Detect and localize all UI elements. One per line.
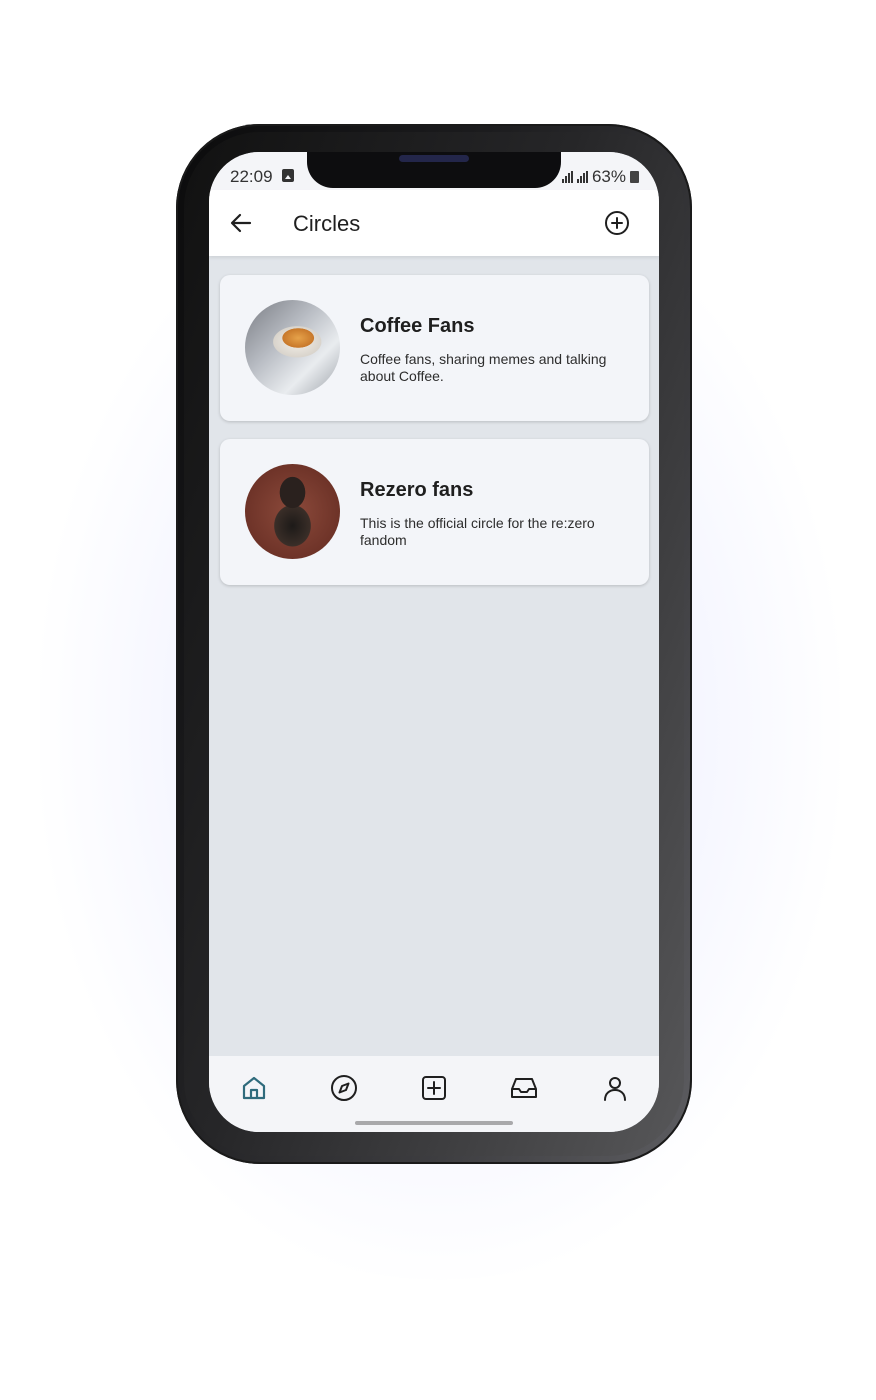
battery-percent: 63% [591, 167, 626, 186]
nav-inbox[interactable] [508, 1072, 540, 1104]
arrow-left-icon [230, 213, 252, 233]
app-bar: Circles [209, 190, 659, 256]
nav-create[interactable] [418, 1072, 450, 1104]
circle-card-rezero-fans[interactable]: Rezero fans This is the official circle … [220, 439, 649, 585]
battery-icon [630, 171, 639, 183]
compass-icon [331, 1075, 357, 1101]
home-indicator [355, 1121, 513, 1125]
circle-card-coffee-fans[interactable]: Coffee Fans Coffee fans, sharing memes a… [220, 275, 649, 421]
back-button[interactable] [227, 209, 255, 237]
plus-circle-icon [605, 211, 629, 235]
plus-square-icon [422, 1076, 446, 1100]
circle-description: This is the official circle for the re:z… [360, 515, 595, 548]
circle-name: Coffee Fans [360, 315, 475, 337]
status-bar: 22:09 63% [209, 152, 659, 190]
status-time: 22:09 [230, 167, 273, 186]
circle-name: Rezero fans [360, 479, 474, 501]
nav-explore[interactable] [328, 1072, 360, 1104]
add-circle-button[interactable] [603, 209, 631, 237]
nav-profile[interactable] [599, 1072, 631, 1104]
speaker-grille [399, 155, 469, 162]
status-right-group: 63% [561, 167, 639, 187]
signal-icon [561, 171, 573, 183]
home-icon [242, 1076, 266, 1100]
page-title: Circles [293, 211, 361, 236]
inbox-icon [511, 1078, 537, 1098]
circle-description: Coffee fans, sharing memes and talking a… [360, 351, 607, 384]
circle-avatar [245, 300, 340, 395]
gallery-icon [282, 169, 294, 182]
bottom-navigation [209, 1056, 659, 1132]
circle-avatar [245, 464, 340, 559]
nav-home[interactable] [238, 1072, 270, 1104]
user-icon [604, 1077, 626, 1101]
signal-icon [576, 171, 588, 183]
camera-notch [307, 152, 561, 188]
phone-screen: 22:09 63% Circles Coffee Fans Coffee fan… [209, 152, 659, 1132]
